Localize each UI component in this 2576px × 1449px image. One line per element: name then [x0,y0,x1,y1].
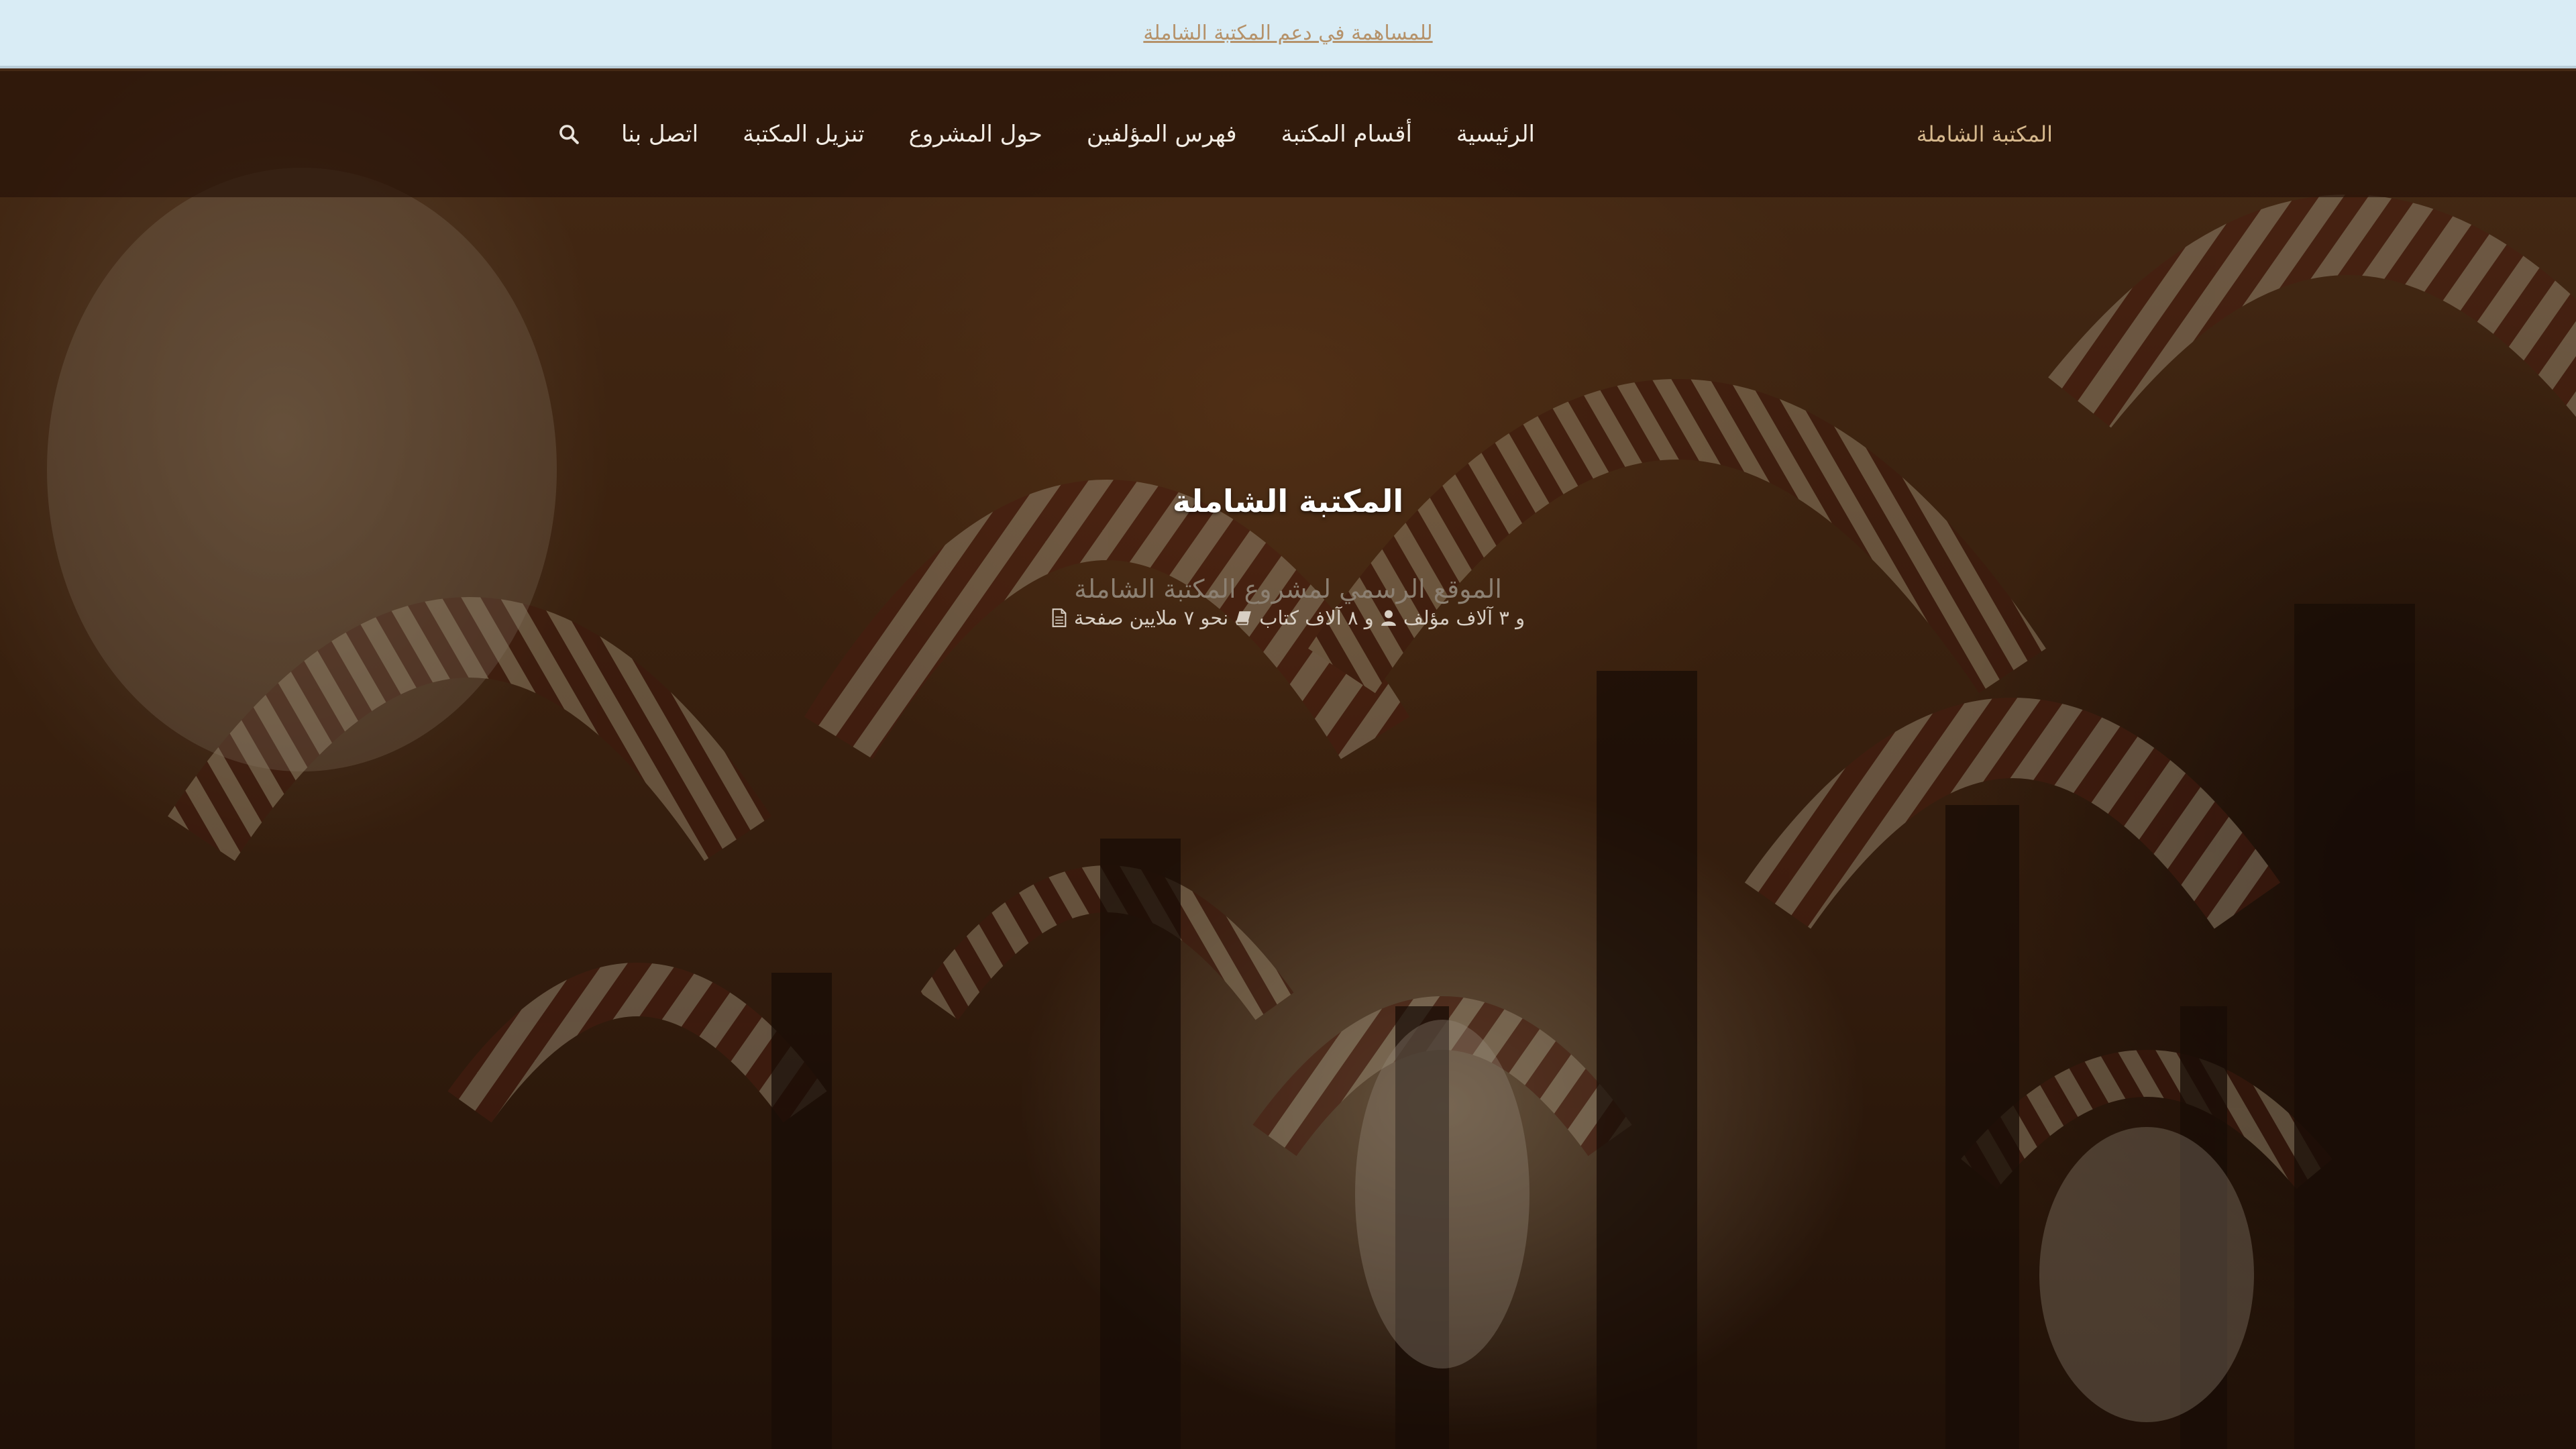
stat-pages: نحو ٧ ملايين صفحة [1073,606,1229,629]
nav-menu: الرئيسية أقسام المكتبة فهرس المؤلفين حول… [621,71,1535,197]
donate-link[interactable]: للمساهمة في دعم المكتبة الشاملة [1143,21,1432,45]
site-brand[interactable]: المكتبة الشاملة [1917,71,2053,197]
nav-item-sections[interactable]: أقسام المكتبة [1281,121,1412,148]
file-icon [1051,608,1067,627]
hero-stats: نحو ٧ ملايين صفحة و ٨ آلاف كتاب و ٣ آلاف… [1051,606,1525,629]
main-navbar: المكتبة الشاملة الرئيسية أقسام المكتبة ف… [0,71,2576,197]
stat-authors: و ٣ آلاف مؤلف [1403,606,1525,629]
hero-content: المكتبة الشاملة الموقع الرسمي لمشروع الم… [0,483,2576,629]
hero-dark-overlay [0,0,2576,1449]
announcement-bar: للمساهمة في دعم المكتبة الشاملة [0,0,2576,68]
nav-item-home[interactable]: الرئيسية [1456,121,1535,148]
hero-background-image [0,0,2576,1449]
search-icon[interactable] [554,119,584,149]
hero-title: المكتبة الشاملة [1172,483,1404,519]
stat-books: و ٨ آلاف كتاب [1259,606,1374,629]
book-icon [1235,610,1252,626]
nav-item-authors-index[interactable]: فهرس المؤلفين [1087,121,1237,148]
search-icon-glyph [559,125,579,144]
user-icon [1381,609,1397,627]
nav-item-contact[interactable]: اتصل بنا [621,121,698,148]
hero-subtitle: الموقع الرسمي لمشروع المكتبة الشاملة [1074,574,1502,604]
nav-item-download[interactable]: تنزيل المكتبة [743,121,865,148]
nav-item-about[interactable]: حول المشروع [909,121,1042,148]
